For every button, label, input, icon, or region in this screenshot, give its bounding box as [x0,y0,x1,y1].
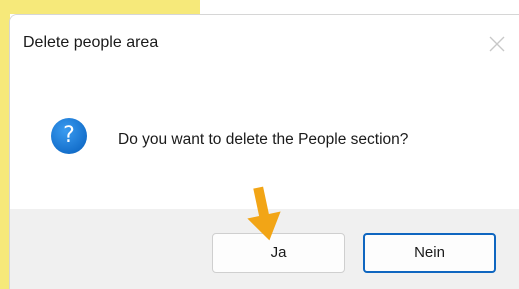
no-button[interactable]: Nein [363,233,496,273]
close-button[interactable] [482,29,512,59]
background-window-top [0,0,200,14]
screen: Delete people area ? Do you want to dele… [0,0,519,289]
delete-confirmation-dialog: Delete people area ? Do you want to dele… [9,14,519,289]
question-icon: ? [51,118,87,154]
dialog-title: Delete people area [23,34,159,51]
dialog-message: Do you want to delete the People section… [118,131,409,148]
arrow-down-icon [247,186,281,241]
close-icon [489,36,505,52]
